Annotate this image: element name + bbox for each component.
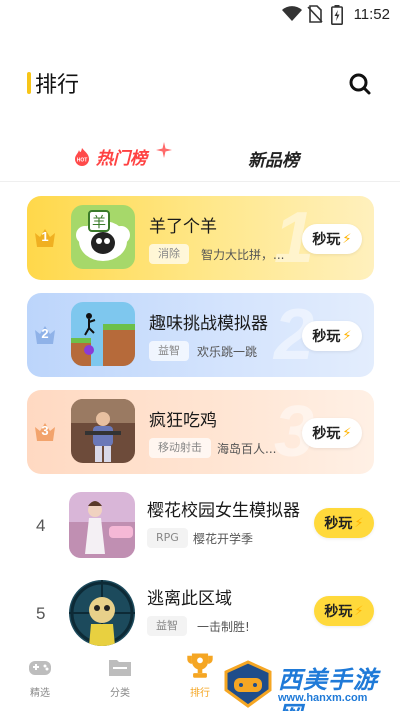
tab-hot-label: 热门榜 bbox=[96, 149, 147, 169]
game-name: 趣味挑战模拟器 bbox=[149, 314, 268, 334]
watermark-url: www.hanxm.com bbox=[278, 692, 368, 704]
game-tag: 消除 bbox=[149, 244, 189, 264]
play-button[interactable]: 秒玩 ⚡ bbox=[302, 321, 362, 351]
game-tag: 益智 bbox=[147, 616, 187, 636]
nav-item-ranking[interactable]: 排行 bbox=[175, 653, 225, 699]
game-thumbnail-shooter bbox=[71, 399, 135, 463]
tab-new[interactable]: 新品榜 bbox=[248, 146, 299, 171]
nav-label: 精选 bbox=[30, 688, 50, 699]
svg-text:HOT: HOT bbox=[77, 157, 88, 163]
game-tag: 益智 bbox=[149, 341, 189, 361]
lightning-icon: ⚡ bbox=[342, 328, 352, 344]
game-thumbnail-jump bbox=[71, 302, 135, 366]
hot-flame-icon: HOT bbox=[75, 147, 89, 166]
tab-hot[interactable]: HOT 热门榜 bbox=[72, 144, 147, 169]
site-watermark: 西美手游网 www.hanxm.com bbox=[222, 660, 400, 711]
game-desc: 智力大比拼，... bbox=[201, 248, 285, 262]
game-desc: 一击制胜! bbox=[197, 620, 250, 634]
medal-rank: 3 bbox=[41, 423, 49, 438]
play-button-label: 秒玩 bbox=[312, 329, 341, 345]
folder-icon bbox=[109, 660, 131, 676]
status-bar: 11:52 bbox=[0, 0, 400, 30]
lightning-icon: ⚡ bbox=[354, 515, 364, 531]
ranking-list: 1 1 羊 羊了个羊 消除 智力大比拼，... 秒玩 ⚡ 2 2 趣味挑战模拟器… bbox=[0, 190, 400, 650]
play-button-label: 秒玩 bbox=[312, 426, 341, 442]
play-button[interactable]: 秒玩 ⚡ bbox=[302, 418, 362, 448]
nav-label: 分类 bbox=[110, 688, 130, 699]
game-tag: RPG bbox=[147, 528, 188, 548]
game-tag: 移动射击 bbox=[149, 438, 211, 458]
rank-number: 5 bbox=[36, 604, 46, 623]
battery-charging-icon bbox=[331, 5, 343, 25]
sparkle-icon bbox=[156, 142, 172, 158]
play-button-label: 秒玩 bbox=[312, 232, 341, 248]
game-name: 疯狂吃鸡 bbox=[149, 411, 217, 431]
game-name: 逃离此区域 bbox=[147, 589, 232, 609]
ranking-row-5[interactable]: 5 逃离此区域 益智 一击制胜! 秒玩 ⚡ bbox=[0, 574, 400, 650]
game-thumbnail-sakura bbox=[69, 492, 135, 558]
game-name: 樱花校园女生模拟器 bbox=[147, 501, 300, 521]
medal-rank: 1 bbox=[41, 229, 49, 244]
game-thumbnail-sheep: 羊 bbox=[71, 205, 135, 269]
search-icon[interactable] bbox=[348, 72, 372, 96]
medal-rank: 2 bbox=[41, 326, 49, 341]
play-button-label: 秒玩 bbox=[324, 516, 353, 532]
ranking-card-1[interactable]: 1 1 羊 羊了个羊 消除 智力大比拼，... 秒玩 ⚡ bbox=[27, 196, 374, 280]
play-button[interactable]: 秒玩 ⚡ bbox=[314, 596, 374, 626]
game-name: 羊了个羊 bbox=[149, 217, 217, 237]
lightning-icon: ⚡ bbox=[342, 231, 352, 247]
header: 排行 bbox=[0, 58, 400, 108]
nav-label: 排行 bbox=[190, 688, 210, 699]
nav-item-category[interactable]: 分类 bbox=[95, 654, 145, 699]
nav-item-featured[interactable]: 精选 bbox=[15, 654, 65, 699]
rank-number: 4 bbox=[36, 516, 46, 535]
gamepad-icon bbox=[29, 661, 51, 675]
game-desc: 欢乐跳一跳 bbox=[197, 345, 258, 359]
title-accent-bar bbox=[27, 72, 31, 94]
page-title: 排行 bbox=[35, 73, 80, 98]
game-thumbnail-escape bbox=[69, 580, 135, 646]
ranking-card-2[interactable]: 2 2 趣味挑战模拟器 益智 欢乐跳一跳 秒玩 ⚡ bbox=[27, 293, 374, 377]
play-button[interactable]: 秒玩 ⚡ bbox=[302, 224, 362, 254]
status-time: 11:52 bbox=[353, 6, 390, 23]
game-desc: 海岛百人... bbox=[217, 442, 277, 456]
wifi-icon bbox=[282, 6, 302, 21]
no-sim-icon bbox=[307, 5, 323, 23]
svg-text:羊: 羊 bbox=[92, 215, 106, 231]
play-button-label: 秒玩 bbox=[324, 604, 353, 620]
play-button[interactable]: 秒玩 ⚡ bbox=[314, 508, 374, 538]
ranking-card-3[interactable]: 3 3 疯狂吃鸡 移动射击 海岛百人... 秒玩 ⚡ bbox=[27, 390, 374, 474]
watermark-logo-icon bbox=[224, 660, 272, 708]
ranking-tabs: HOT 热门榜 新品榜 bbox=[0, 138, 400, 182]
lightning-icon: ⚡ bbox=[342, 425, 352, 441]
trophy-icon bbox=[187, 653, 213, 678]
lightning-icon: ⚡ bbox=[354, 603, 364, 619]
game-desc: 樱花开学季 bbox=[193, 532, 254, 546]
ranking-row-4[interactable]: 4 樱花校园女生模拟器 RPG 樱花开学季 秒玩 ⚡ bbox=[0, 486, 400, 570]
